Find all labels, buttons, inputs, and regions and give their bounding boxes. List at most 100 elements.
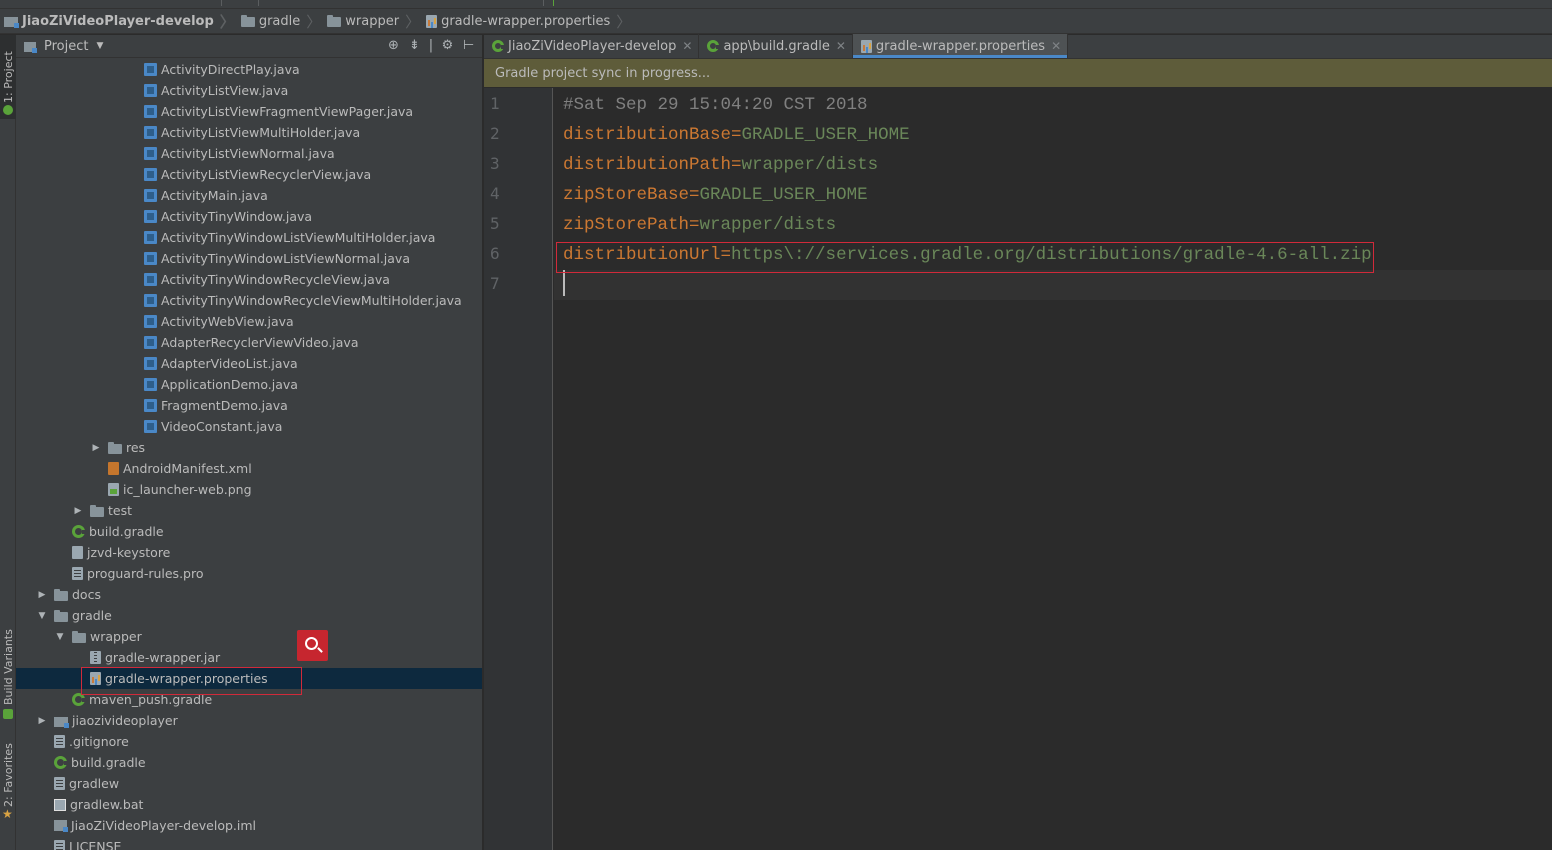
tree-item[interactable]: ActivityTinyWindow.java: [16, 206, 482, 227]
java-class-icon: [144, 420, 157, 433]
breadcrumb-separator: 〉: [219, 12, 235, 31]
tree-item[interactable]: gradlew: [16, 773, 482, 794]
tree-item[interactable]: ▶ jiaozivideoplayer: [16, 710, 482, 731]
tree-item[interactable]: ▶ res: [16, 437, 482, 458]
tree-item-label: ApplicationDemo.java: [161, 377, 298, 392]
build-variants-tool-tab[interactable]: Build Variants: [0, 625, 16, 721]
breadcrumb-label: gradle: [258, 13, 301, 29]
tree-item[interactable]: ActivityListViewMultiHolder.java: [16, 122, 482, 143]
favorites-tool-tab[interactable]: 2: Favorites ★: [0, 735, 16, 825]
run-icon[interactable]: [553, 0, 554, 6]
tree-item[interactable]: ActivityListViewNormal.java: [16, 143, 482, 164]
tree-item-label: ActivityTinyWindowRecycleView.java: [161, 272, 390, 287]
chevron-down-icon[interactable]: ▼: [96, 41, 103, 51]
project-tool-tab[interactable]: 1: Project: [0, 35, 16, 119]
tree-item[interactable]: ▶ docs: [16, 584, 482, 605]
equals-sign: =: [689, 185, 700, 205]
chevron-down-icon[interactable]: ▼: [54, 632, 66, 642]
breadcrumb-item-wrapper[interactable]: wrapper 〉: [327, 9, 426, 34]
star-icon: ★: [2, 807, 13, 821]
tree-item[interactable]: ActivityTinyWindowRecycleView.java: [16, 269, 482, 290]
gear-icon[interactable]: ⚙: [440, 38, 455, 53]
header-separator: |: [428, 38, 434, 53]
breadcrumb-separator: 〉: [306, 12, 322, 31]
tree-item-label: gradle-wrapper.jar: [105, 650, 221, 665]
jar-file-icon: [90, 651, 101, 664]
project-view-selector[interactable]: Project: [44, 39, 88, 54]
code-editor[interactable]: #Sat Sep 29 15:04:20 CST 2018 distributi…: [554, 88, 1552, 850]
chevron-right-icon[interactable]: ▶: [90, 443, 102, 453]
toolbar-separator: [543, 0, 544, 6]
tree-item[interactable]: LICENSE: [16, 836, 482, 850]
breadcrumb-item-gradle[interactable]: gradle 〉: [240, 9, 327, 34]
tree-item[interactable]: ActivityListViewFragmentViewPager.java: [16, 101, 482, 122]
locate-icon[interactable]: ⊕: [386, 38, 401, 53]
java-class-icon: [144, 105, 157, 118]
tree-item[interactable]: ActivityListViewRecyclerView.java: [16, 164, 482, 185]
chevron-right-icon[interactable]: ▶: [36, 716, 48, 726]
chevron-right-icon[interactable]: ▶: [72, 506, 84, 516]
tab-label: app\build.gradle: [723, 38, 830, 54]
tree-item[interactable]: ic_launcher-web.png: [16, 479, 482, 500]
tree-item-label: ActivityTinyWindowListViewNormal.java: [161, 251, 410, 266]
tree-item-label: LICENSE: [69, 839, 122, 850]
tree-item[interactable]: maven_push.gradle: [16, 689, 482, 710]
properties-file-icon: [860, 39, 872, 53]
java-class-icon: [144, 252, 157, 265]
tree-item[interactable]: jzvd-keystore: [16, 542, 482, 563]
tree-item[interactable]: ActivityMain.java: [16, 185, 482, 206]
tree-item[interactable]: ActivityTinyWindowListViewNormal.java: [16, 248, 482, 269]
java-class-icon: [144, 168, 157, 181]
project-panel: Project ▼ ⊕ ⇟ | ⚙ ⊢ ActivityDirectPlay.j…: [16, 35, 483, 850]
tree-item[interactable]: ActivityTinyWindowListViewMultiHolder.ja…: [16, 227, 482, 248]
tab-project[interactable]: JiaoZiVideoPlayer-develop ✕: [484, 34, 700, 58]
tree-item[interactable]: ActivityWebView.java: [16, 311, 482, 332]
text-cursor: [563, 270, 565, 296]
chevron-down-icon[interactable]: ▼: [36, 611, 48, 621]
tree-item[interactable]: ▼ gradle: [16, 605, 482, 626]
tree-item[interactable]: ▶ test: [16, 500, 482, 521]
breadcrumb-item-project[interactable]: JiaoZiVideoPlayer-develop 〉: [4, 9, 241, 34]
property-value: GRADLE_USER_HOME: [741, 125, 910, 145]
tree-item[interactable]: gradlew.bat: [16, 794, 482, 815]
tree-item[interactable]: ActivityDirectPlay.java: [16, 59, 482, 80]
tree-item[interactable]: AdapterRecyclerViewVideo.java: [16, 332, 482, 353]
tree-item[interactable]: VideoConstant.java: [16, 416, 482, 437]
close-icon[interactable]: ✕: [836, 39, 846, 53]
close-icon[interactable]: ✕: [682, 39, 692, 53]
java-class-icon: [144, 210, 157, 223]
tree-item[interactable]: gradle-wrapper.jar: [16, 647, 482, 668]
tree-item-label: ActivityListViewNormal.java: [161, 146, 335, 161]
magnifier-icon[interactable]: [297, 630, 328, 661]
folder-icon: [108, 441, 122, 454]
java-class-icon: [144, 336, 157, 349]
tree-item-label: ActivityWebView.java: [161, 314, 294, 329]
gradle-sync-banner: Gradle project sync in progress...: [484, 59, 1552, 87]
tree-item[interactable]: ApplicationDemo.java: [16, 374, 482, 395]
collapse-icon[interactable]: ⇟: [407, 38, 422, 53]
tree-item[interactable]: AdapterVideoList.java: [16, 353, 482, 374]
tree-item[interactable]: FragmentDemo.java: [16, 395, 482, 416]
module-folder-icon: [54, 716, 69, 728]
tree-item-label: .gitignore: [69, 734, 129, 749]
breadcrumb-item-file[interactable]: gradle-wrapper.properties 〉: [426, 9, 637, 34]
hide-icon[interactable]: ⊢: [461, 38, 476, 53]
tab-app-build-gradle[interactable]: app\build.gradle ✕: [699, 34, 853, 58]
property-value: https\://services.gradle.org/distributio…: [731, 245, 1372, 265]
tree-item[interactable]: JiaoZiVideoPlayer-develop.iml: [16, 815, 482, 836]
tree-item[interactable]: build.gradle: [16, 752, 482, 773]
tree-item[interactable]: .gitignore: [16, 731, 482, 752]
close-icon[interactable]: ✕: [1051, 39, 1061, 53]
tree-item[interactable]: proguard-rules.pro: [16, 563, 482, 584]
tree-item[interactable]: ▼ wrapper: [16, 626, 482, 647]
project-android-icon: [3, 105, 13, 115]
tree-item[interactable]: ActivityListView.java: [16, 80, 482, 101]
tab-gradle-wrapper-properties[interactable]: gradle-wrapper.properties ✕: [852, 34, 1069, 58]
tree-item[interactable]: build.gradle: [16, 521, 482, 542]
tree-item[interactable]: gradle-wrapper.properties: [16, 668, 482, 689]
tree-item[interactable]: AndroidManifest.xml: [16, 458, 482, 479]
properties-file-icon: [426, 14, 438, 28]
tree-item[interactable]: ActivityTinyWindowRecycleViewMultiHolder…: [16, 290, 482, 311]
java-class-icon: [144, 357, 157, 370]
chevron-right-icon[interactable]: ▶: [36, 590, 48, 600]
